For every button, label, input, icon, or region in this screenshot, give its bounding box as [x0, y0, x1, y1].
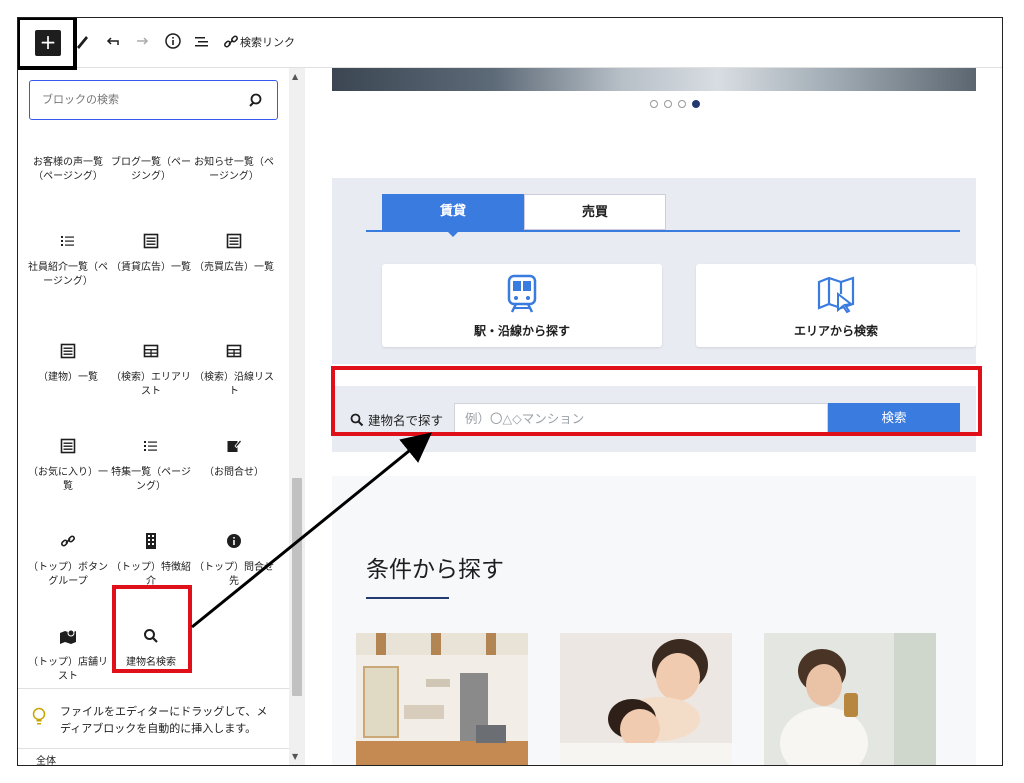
editor-window: + 検索リンク お客様の声一覧（ページング）: [17, 17, 1003, 766]
annotation-arrow: [191, 432, 432, 629]
